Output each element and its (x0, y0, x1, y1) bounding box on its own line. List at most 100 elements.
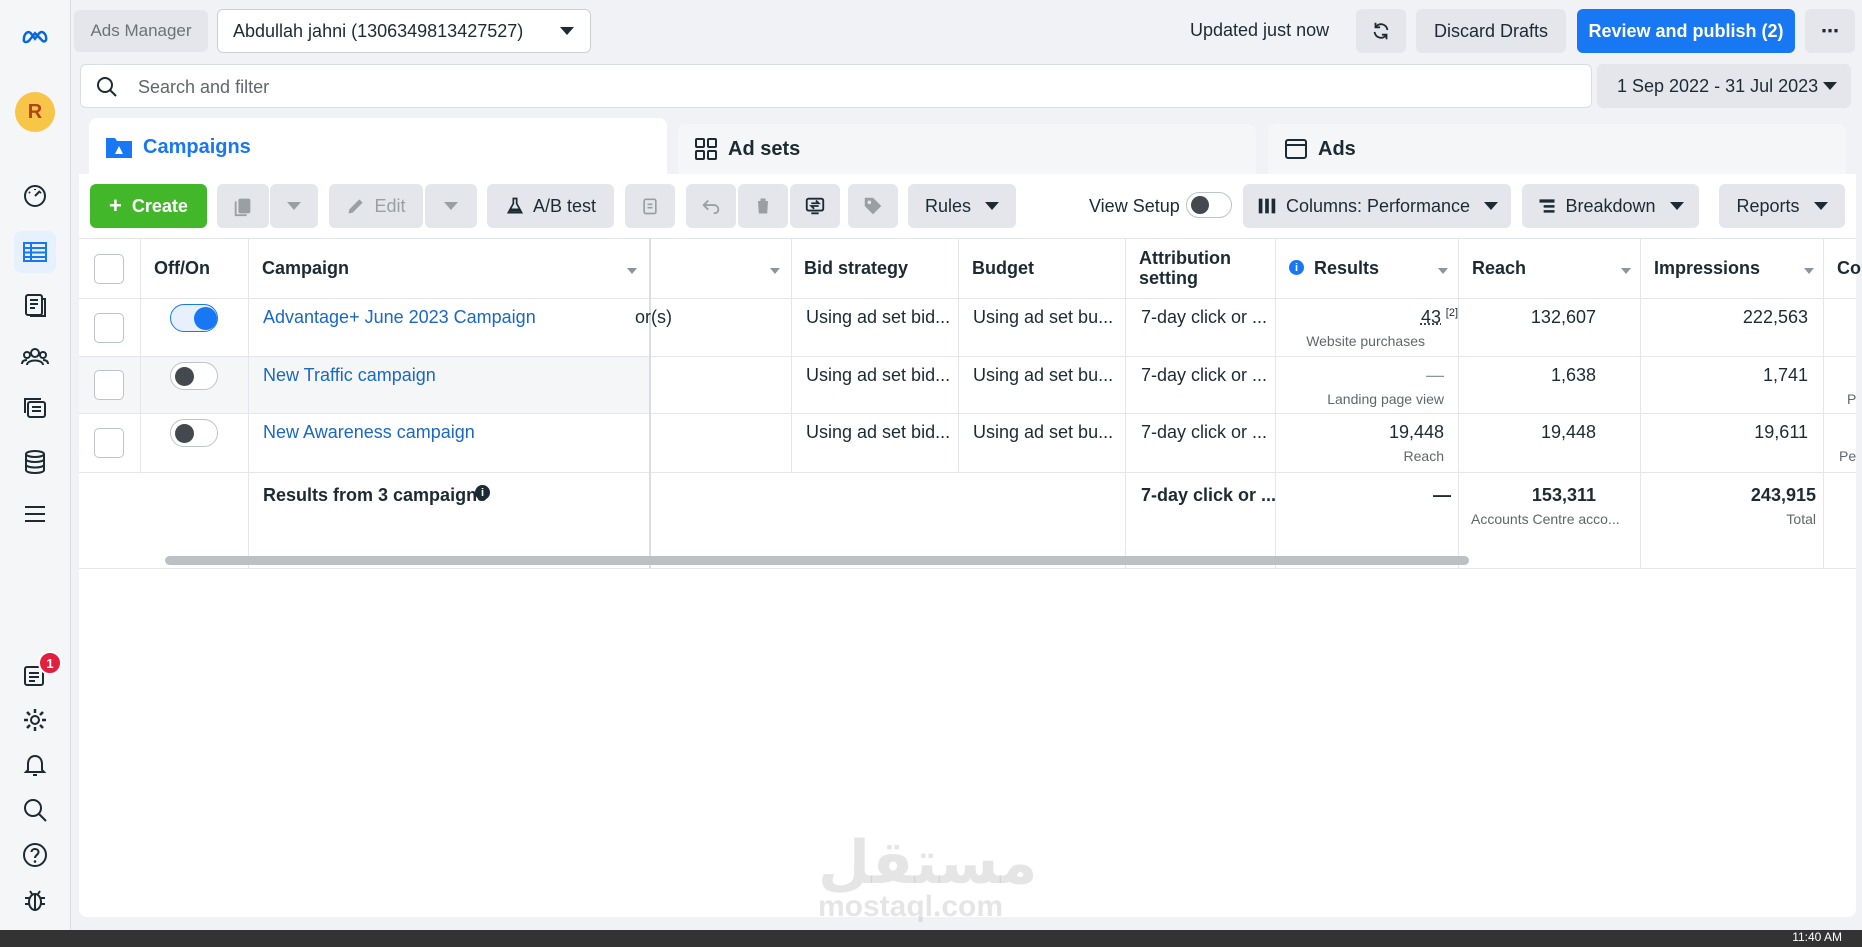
create-button[interactable]: + Create (90, 184, 207, 228)
duplicate-dropdown-button[interactable] (270, 184, 318, 228)
divider (79, 298, 1856, 299)
header-results[interactable]: Results (1314, 238, 1379, 298)
chevron-down-icon[interactable] (1438, 268, 1448, 274)
discard-drafts-button[interactable]: Discard Drafts (1416, 9, 1566, 53)
breakdown-button[interactable]: Breakdown (1522, 184, 1699, 228)
divider (1640, 238, 1641, 568)
reports-button[interactable]: Reports (1719, 184, 1845, 228)
header-attribution[interactable]: Attribution setting (1139, 238, 1269, 298)
campaign-name-link[interactable]: New Awareness campaign (263, 422, 475, 443)
horizontal-scrollbar[interactable] (165, 556, 1469, 565)
create-label: Create (131, 195, 188, 216)
duplicate-button[interactable] (217, 184, 269, 228)
more-options-button[interactable]: ⋯ (1805, 9, 1855, 53)
toggle-knob (175, 424, 194, 443)
dashboard-gauge-icon[interactable] (14, 174, 56, 216)
audiences-icon[interactable] (14, 336, 56, 378)
info-icon[interactable]: i (475, 485, 490, 500)
campaign-name-link[interactable]: New Traffic campaign (263, 365, 436, 386)
chevron-down-icon (985, 202, 1000, 210)
creative-hub-icon[interactable] (14, 388, 56, 430)
header-cost[interactable]: Co (1837, 238, 1861, 298)
search-input[interactable]: Search and filter (80, 64, 1592, 108)
pages-icon[interactable] (14, 284, 56, 326)
info-icon[interactable]: i (1289, 260, 1304, 275)
flask-icon (506, 197, 524, 214)
reach-cell: 132,607 (1530, 307, 1596, 327)
account-selector[interactable]: Abdullah jahni (1306349813427527) (217, 9, 591, 53)
row-checkbox[interactable] (94, 428, 124, 458)
chevron-down-icon[interactable] (1621, 268, 1631, 274)
results-note: [2] (1445, 307, 1458, 319)
export-button[interactable] (790, 184, 840, 228)
menu-hamburger-icon[interactable] (14, 493, 56, 535)
rules-button[interactable]: Rules (908, 184, 1016, 228)
divider (79, 568, 1856, 569)
header-budget[interactable]: Budget (972, 238, 1034, 298)
refresh-icon (1373, 22, 1389, 40)
header-campaign[interactable]: Campaign (262, 238, 349, 298)
view-setup-toggle[interactable] (1186, 192, 1232, 218)
delete-button[interactable] (738, 184, 788, 228)
divider (79, 472, 1856, 473)
totals-attribution: 7-day click or ... (1141, 485, 1277, 505)
date-range-picker[interactable]: 1 Sep 2022 - 31 Jul 2023 (1597, 64, 1851, 108)
edit-dropdown-button[interactable] (425, 184, 477, 228)
trash-icon (756, 198, 770, 214)
campaign-toggle[interactable] (170, 362, 218, 390)
avatar[interactable]: R (15, 92, 55, 132)
meta-logo-icon[interactable] (14, 15, 56, 57)
columns-button[interactable]: Columns: Performance (1243, 184, 1511, 228)
results-type: Landing page view (1327, 391, 1444, 407)
tab-campaigns[interactable]: Campaigns (89, 118, 667, 176)
search-icon (97, 77, 117, 97)
campaign-name-link[interactable]: Advantage+ June 2023 Campaign (263, 307, 536, 328)
bug-report-icon[interactable] (14, 879, 56, 921)
totals-reach: 153,311 (1531, 485, 1596, 505)
header-impressions[interactable]: Impressions (1654, 238, 1760, 298)
tab-ad-sets[interactable]: Ad sets (678, 124, 1256, 174)
tab-ads[interactable]: Ads (1268, 124, 1846, 174)
header-bid-strategy[interactable]: Bid strategy (804, 238, 908, 298)
divider (248, 238, 249, 568)
columns-label: Columns: Performance (1285, 195, 1471, 216)
billing-stack-icon[interactable] (14, 441, 56, 483)
help-icon[interactable] (14, 834, 56, 876)
campaigns-table-icon[interactable] (14, 231, 56, 273)
select-all-checkbox[interactable] (94, 254, 124, 284)
review-publish-button[interactable]: Review and publish (2) (1577, 9, 1795, 53)
clipboard-icon (643, 198, 657, 215)
campaign-toggle[interactable] (170, 304, 218, 332)
account-name: Abdullah jahni (1306349813427527) (233, 20, 524, 41)
row-checkbox[interactable] (94, 313, 124, 343)
edit-button[interactable]: Edit (329, 184, 423, 228)
notification-badge: 1 (38, 651, 62, 675)
ab-test-button[interactable]: A/B test (487, 184, 614, 228)
bell-icon[interactable] (14, 744, 56, 786)
campaign-toggle[interactable] (170, 419, 218, 447)
clipboard-button[interactable] (625, 184, 675, 228)
header-reach[interactable]: Reach (1472, 238, 1526, 298)
chevron-down-icon[interactable] (770, 268, 780, 274)
divider (791, 238, 792, 472)
results-cell[interactable]: 43 (1421, 307, 1441, 328)
impressions-cell: 19,611 (1754, 422, 1808, 442)
tag-icon (864, 197, 882, 215)
toggle-knob (194, 307, 217, 330)
attribution-cell: 7-day click or ... (1141, 307, 1268, 327)
chevron-down-icon (287, 202, 301, 210)
search-icon[interactable] (14, 789, 56, 831)
undo-button[interactable] (686, 184, 736, 228)
chevron-down-icon[interactable] (627, 268, 637, 274)
chevron-down-icon (560, 27, 574, 35)
header-on-off[interactable]: Off/On (154, 238, 210, 298)
watermark: مستقل (818, 829, 1038, 896)
settings-gear-icon[interactable] (14, 699, 56, 741)
attribution-cell: 7-day click or ... (1141, 365, 1268, 385)
tag-button[interactable] (848, 184, 898, 228)
refresh-button[interactable] (1356, 9, 1406, 53)
bid-strategy-cell: Using ad set bid... (806, 365, 951, 385)
divider (1458, 238, 1459, 568)
chevron-down-icon[interactable] (1804, 268, 1814, 274)
row-checkbox[interactable] (94, 370, 124, 400)
